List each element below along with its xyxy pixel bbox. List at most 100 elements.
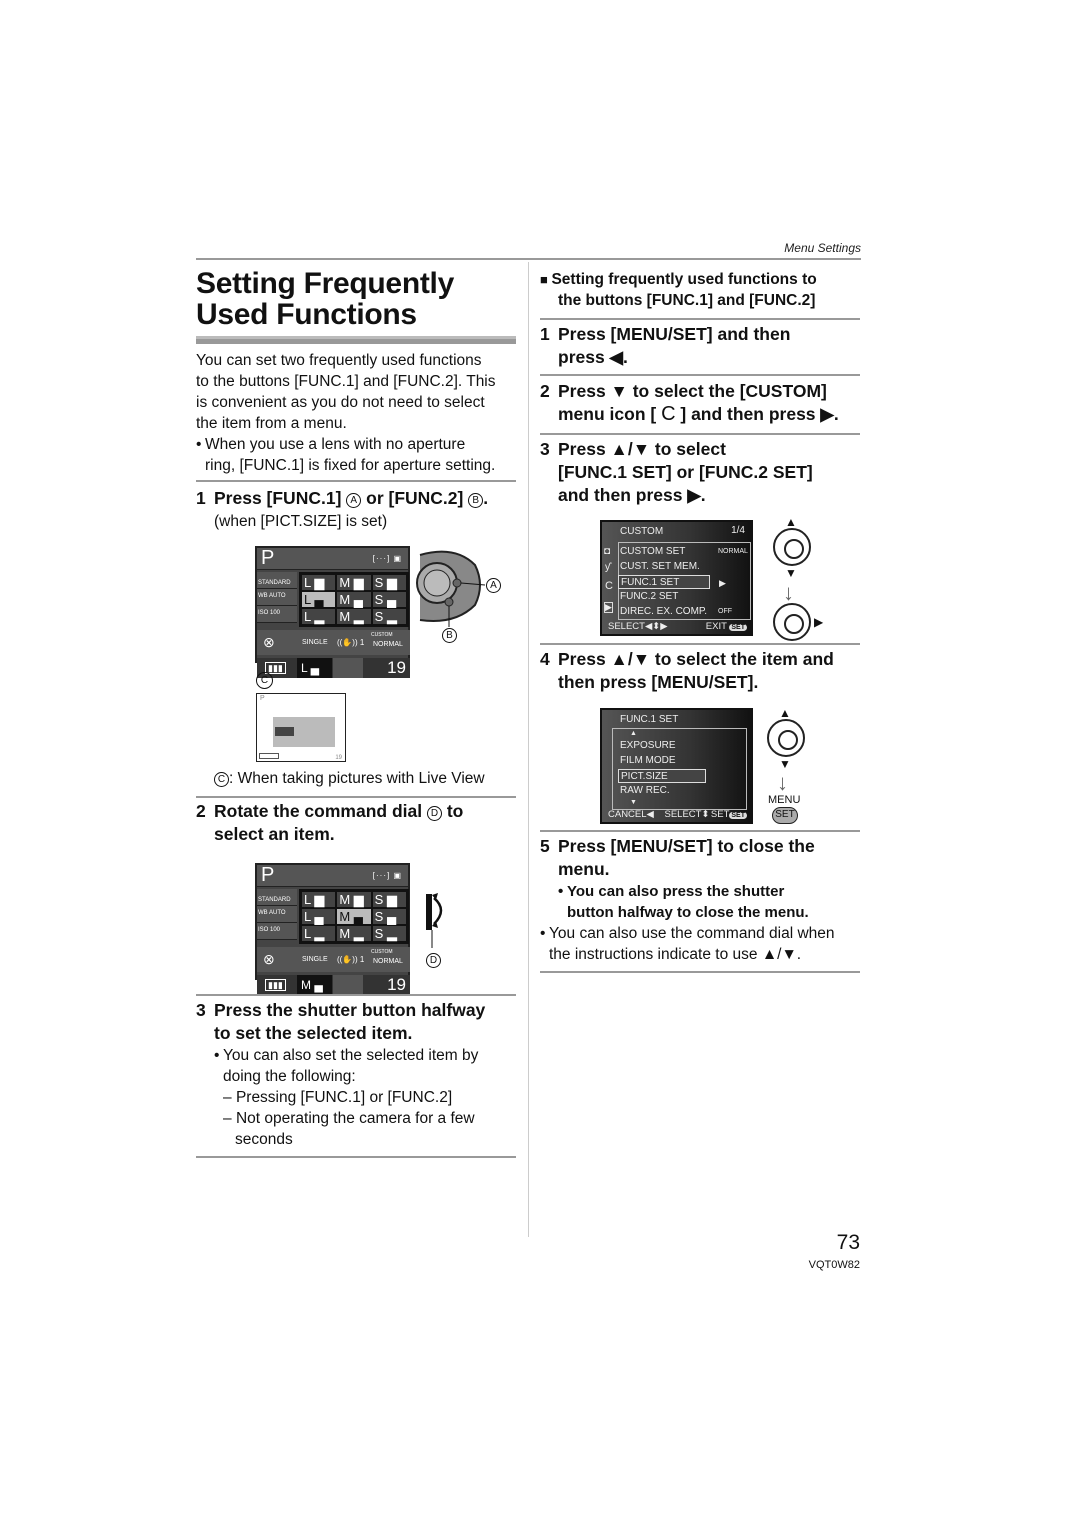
picture-size-option: L ▂ — [302, 926, 336, 941]
menu-item[interactable]: DIREC. EX. COMP. OFF — [618, 605, 748, 619]
scroll-up-icon: ▲ — [630, 730, 637, 737]
menu-title: FUNC.1 SET — [620, 714, 679, 725]
flash-off-icon: ⊗ — [263, 634, 275, 650]
document-code: VQT0W82 — [808, 1259, 860, 1271]
drive-mode: SINGLE — [302, 956, 328, 963]
step-text: menu icon [ — [558, 404, 662, 424]
page-title: Setting Frequently Used Functions — [196, 268, 454, 330]
custom-label: CUSTOM — [371, 632, 393, 638]
intro-bullet: • When you use a lens with no aperture — [196, 436, 466, 453]
picture-size-grid: L ▆ M ▆ S ▆ L ▄ M ▄ S ▄ L ▂ M ▂ S ▂ — [299, 572, 409, 627]
menu-item-label: CUST. SET MEM. — [620, 561, 700, 572]
menu-footer: CANCEL◀ SELECT⬍ SET SET — [608, 809, 747, 820]
callout-c-small: C — [214, 772, 229, 787]
picture-size-option: M ▄ — [337, 592, 371, 607]
camera-func-buttons-illustration — [416, 550, 486, 627]
custom-label: CUSTOM — [371, 949, 393, 955]
camera-dial-inner — [423, 569, 451, 597]
left-step-3: 3 Press the shutter button halfway to set… — [196, 999, 526, 1045]
func1-button — [452, 578, 462, 588]
intro-line: You can set two frequently used function… — [196, 352, 482, 369]
menu-item[interactable]: EXPOSURE — [618, 739, 706, 753]
quality-label: NORMAL — [373, 641, 403, 648]
step-text: Rotate the command dial — [214, 801, 427, 821]
intro-paragraph: You can set two frequently used function… — [196, 350, 521, 476]
step-3-notes: • You can also set the selected item by d… — [214, 1045, 524, 1150]
step-text: Press the shutter button halfway — [214, 1000, 486, 1020]
picture-size-grid: L ▆ M ▆ S ▆ L ▄ M ▄ S ▄ L ▂ M ▂ S ▂ — [299, 889, 409, 944]
lcd-screen-func-pictsize: P [···] ▣ STANDARD WB AUTO ISO 100 L ▆ M … — [255, 546, 410, 678]
step-text: to — [441, 801, 464, 821]
menu-item-value: OFF — [718, 608, 732, 615]
picture-size-option: M ▆ — [337, 575, 371, 590]
right-step-2: 2 Press ▼ to select the [CUSTOM] menu ico… — [540, 380, 865, 426]
film-mode: STANDARD — [257, 889, 297, 906]
intro-line: is convenient as you do not need to sele… — [196, 394, 485, 411]
set-hint: SET — [710, 809, 730, 820]
picture-size-option: L ▆ — [302, 892, 336, 907]
menu-item[interactable]: FUNC.2 SET — [618, 590, 748, 604]
cancel-hint: CANCEL◀ — [608, 809, 654, 820]
menu-footer: SELECT◀⬍▶ EXIT SET — [608, 621, 747, 632]
page-number: 73 — [836, 1231, 860, 1254]
note-text: seconds — [235, 1131, 293, 1148]
menu-item[interactable]: CUST. SET MEM. — [618, 560, 748, 574]
picture-size-option: M ▆ — [337, 892, 371, 907]
up-arrow-icon: ▲ — [785, 515, 797, 529]
step-text: ] and then press ▶. — [675, 404, 839, 424]
step-text: to set the selected item. — [214, 1023, 413, 1043]
note-text: You can also use the command dial when — [549, 925, 835, 942]
lcd-blank — [333, 975, 363, 995]
menu-item[interactable]: PICT.SIZE — [618, 769, 706, 783]
film-mode: STANDARD — [257, 572, 297, 589]
note-text: You can also set the selected item by — [223, 1047, 479, 1064]
lcd-left-column: STANDARD WB AUTO ISO 100 — [257, 889, 297, 940]
callout-b: B — [468, 493, 484, 508]
drive-mode: SINGLE — [302, 639, 328, 646]
menu-item-label: DIREC. EX. COMP. — [620, 606, 708, 617]
step-number: 5 — [540, 836, 550, 856]
dpad-icon — [767, 719, 805, 757]
up-arrow-icon: ▲ — [779, 706, 791, 720]
lcd-blank — [333, 658, 363, 678]
right-arrow-icon: ▶ — [814, 615, 824, 629]
menu-item[interactable]: FUNC.1 SET ▶ — [618, 575, 726, 589]
picture-size-option: M ▂ — [337, 926, 371, 941]
current-size: M ▄ — [297, 975, 332, 995]
rule — [540, 643, 860, 645]
rule — [540, 374, 860, 376]
title-rule — [196, 336, 516, 344]
note-text: button halfway to close the menu. — [567, 904, 809, 921]
mode-indicator: P — [261, 864, 275, 886]
step-text: . — [483, 488, 489, 508]
down-arrow-icon: ▼ — [785, 566, 797, 580]
battery-icon: ▮▮▮ — [265, 979, 286, 991]
menu-item[interactable]: CUSTOM SET NORMAL — [618, 545, 748, 559]
step-number: 2 — [540, 381, 550, 401]
menu-button-label: MENU — [768, 794, 801, 806]
step-1-subtext: (when [PICT.SIZE] is set) — [214, 513, 388, 530]
custom-menu-screen: CUSTOM 1/4 ◘ ƴ C ▶ CUSTOM SET NORMAL CUST.… — [600, 520, 753, 636]
menu-item-label: FUNC.1 SET — [621, 577, 680, 588]
menu-title: CUSTOM — [620, 526, 664, 537]
menu-set-badge: SET — [729, 812, 747, 819]
picture-size-option: L ▆ — [302, 575, 336, 590]
right-step-5: 5 Press [MENU/SET] to close the menu. — [540, 835, 865, 881]
step-text: Press ▲/▼ to select the item and — [558, 649, 834, 669]
dpad-icon — [773, 528, 811, 566]
callout-d-label: D — [426, 953, 441, 968]
note-text: the instructions indicate to use ▲/▼. — [549, 946, 802, 963]
left-step-1: 1 Press [FUNC.1] A or [FUNC.2] B. — [196, 487, 526, 510]
picture-size-option: L ▄ — [302, 909, 336, 924]
wrench-tab-icon: ƴ — [605, 562, 610, 573]
lcd-status-row: ⊗ SINGLE ((✋)) 1 CUSTOM NORMAL — [257, 630, 410, 655]
flash-off-icon: ⊗ — [263, 951, 275, 967]
title-line-2: Used Functions — [196, 298, 417, 331]
step-text: and then press ▶. — [558, 485, 706, 505]
menu-item[interactable]: RAW REC. — [618, 784, 706, 798]
func1-set-menu-screen: FUNC.1 SET ▲ EXPOSURE FILM MODE PICT.SIZE R… — [600, 708, 753, 824]
select-hint: SELECT◀⬍▶ — [608, 621, 668, 632]
picture-size-option: S ▄ — [372, 909, 406, 924]
menu-item[interactable]: FILM MODE — [618, 754, 706, 768]
af-indicator: [···] ▣ — [372, 871, 402, 880]
